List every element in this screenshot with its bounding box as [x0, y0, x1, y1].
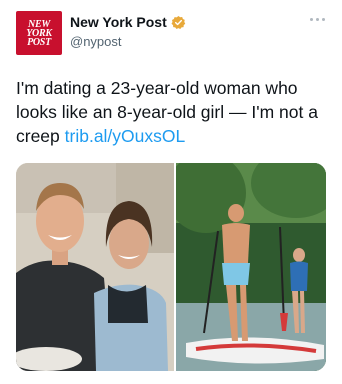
author-name-row: New York Post: [70, 14, 186, 30]
avatar[interactable]: NEW YORK POST: [16, 11, 62, 55]
avatar-logo-text: NEW YORK POST: [26, 18, 52, 48]
photo-paddleboard[interactable]: [176, 163, 326, 371]
author-display-name[interactable]: New York Post: [70, 14, 167, 30]
photo-couple-portrait[interactable]: [16, 163, 174, 371]
more-horizontal-icon[interactable]: [310, 14, 330, 24]
tweet-link[interactable]: trib.al/yOuxsOL: [65, 126, 186, 146]
verified-badge-icon: [171, 15, 185, 29]
tweet-text: I'm dating a 23-year-old woman who looks…: [16, 76, 334, 148]
author-handle[interactable]: @nypost: [70, 34, 122, 49]
photo-couple-illustration: [16, 163, 174, 371]
tweet-card[interactable]: NEW YORK POST New York Post @nypost I'm …: [0, 0, 342, 384]
photo-paddleboard-illustration: [176, 163, 326, 371]
tweet-media[interactable]: [16, 163, 326, 371]
